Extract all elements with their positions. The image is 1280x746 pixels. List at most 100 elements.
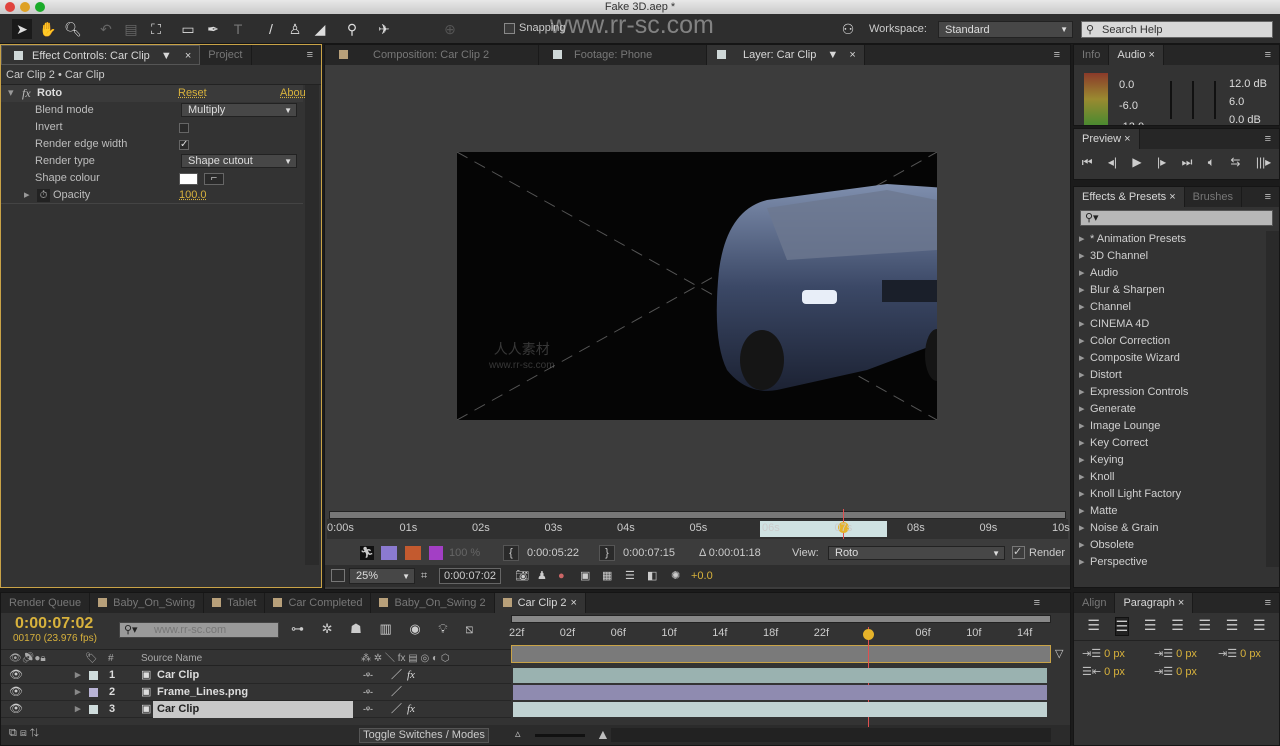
label-color-swatch[interactable] [89, 671, 98, 680]
indent-first-line-field[interactable]: ⇥☰ 0 px [1154, 647, 1197, 660]
next-frame-icon[interactable]: |▸ [1157, 149, 1166, 175]
effect-category[interactable]: 3D Channel [1074, 248, 1264, 265]
pen-tool-icon[interactable]: ✒ [203, 19, 223, 39]
fx-icon[interactable]: fx [22, 85, 31, 102]
frame-blending-icon[interactable]: ▥ [379, 621, 391, 636]
overlay-opacity[interactable]: 100 % [449, 543, 480, 563]
align-center-icon[interactable]: ☰ [1114, 617, 1130, 636]
in-point-time[interactable]: 0:00:05:22 [527, 543, 579, 563]
audio-slider-master[interactable] [1187, 81, 1199, 119]
layer-name[interactable]: Car Clip [153, 667, 199, 684]
scrollbar[interactable] [305, 85, 319, 565]
shy-switch-icon[interactable]: -ᵠ- [363, 667, 373, 684]
indent-right-field[interactable]: ☰⇤ 0 px [1082, 665, 1125, 678]
work-area-bar[interactable] [511, 645, 1051, 663]
search-help-input[interactable]: ⚲ Search Help [1081, 21, 1273, 38]
tab-paragraph[interactable]: Paragraph × [1115, 593, 1194, 613]
tab-layer[interactable]: Layer: Car Clip ▼ × [707, 45, 865, 65]
time-ruler[interactable]: 0:00s 01s 02s 03s 04s 05s 06s 07s 08s 09s 10s [327, 509, 1070, 539]
view-dropdown[interactable]: Roto ▼ [828, 546, 1005, 560]
tab-timeline[interactable]: Car Clip 2 × [494, 593, 586, 613]
effect-category[interactable]: CINEMA 4D [1074, 316, 1264, 333]
zoom-window-button[interactable] [35, 2, 45, 12]
effect-category[interactable]: Perspective [1074, 554, 1264, 571]
invert-checkbox[interactable] [179, 123, 189, 133]
roto-brush-icon[interactable]: 🏃︎ [360, 546, 374, 560]
snapshot-icon[interactable]: 📷︎ [515, 565, 529, 587]
blend-mode-dropdown[interactable]: Multiply ▼ [181, 103, 297, 117]
opacity-value[interactable]: 100.0 [179, 187, 207, 204]
effect-category[interactable]: Distort [1074, 367, 1264, 384]
rectangle-tool-icon[interactable]: ▭ [178, 19, 198, 39]
snapping-checkbox[interactable] [504, 23, 515, 34]
zoom-out-icon[interactable]: ▵ [515, 727, 521, 740]
layer-view-frame[interactable]: 人人素材 www.rr-sc.com [457, 152, 937, 420]
brainstorm-icon[interactable]: 💡︎ [438, 621, 447, 636]
audio-slider-right[interactable] [1209, 81, 1221, 119]
effect-category[interactable]: Image Lounge [1074, 418, 1264, 435]
expand-arrow-icon[interactable]: ▸ [75, 667, 81, 684]
align-left-icon[interactable]: ☰ [1087, 617, 1100, 636]
layer-name[interactable]: Car Clip [153, 701, 353, 718]
eraser-tool-icon[interactable]: ◢ [310, 19, 330, 39]
reset-link[interactable]: Reset [178, 85, 207, 102]
camera-tool-icon[interactable]: ▤ [121, 19, 141, 39]
effect-category[interactable]: Channel [1074, 299, 1264, 316]
brush-tool-icon[interactable]: / [261, 19, 281, 39]
tab-effect-controls[interactable]: Effect Controls: Car Clip ▼ × [1, 45, 201, 65]
panel-menu-icon[interactable]: ≡ [1265, 597, 1279, 609]
puppet-pin-tool-icon[interactable]: ✈ [374, 19, 394, 39]
timeline-current-time[interactable]: 0:00:07:02 [15, 615, 93, 633]
tab-info[interactable]: Info [1074, 45, 1110, 65]
effect-category[interactable]: Key Correct [1074, 435, 1264, 452]
visibility-icon[interactable]: 👁︎ [9, 701, 23, 718]
loop-icon[interactable]: ⇆ [1230, 149, 1240, 175]
effect-category[interactable]: Audio [1074, 265, 1264, 282]
transparency-grid-icon[interactable]: ▦ [602, 565, 612, 587]
panel-menu-icon[interactable]: ≡ [307, 49, 321, 61]
scrollbar[interactable] [1266, 231, 1279, 567]
timeline-search-input[interactable]: ⚲▾ www.rr-sc.com [119, 622, 279, 638]
zoom-in-icon[interactable]: ▲ [596, 726, 610, 742]
motion-blur-icon[interactable]: ◉ [409, 621, 420, 636]
tab-project[interactable]: Project [200, 45, 252, 65]
audio-slider-left[interactable] [1165, 81, 1177, 119]
layer-duration-bar[interactable] [513, 685, 1047, 700]
selection-tool-icon[interactable]: ➤ [12, 19, 32, 39]
alpha-boundary-icon[interactable] [405, 546, 421, 560]
eyedropper-icon[interactable]: ⌐ [204, 173, 224, 185]
tab-audio[interactable]: Audio × [1109, 45, 1164, 65]
channels-icon[interactable]: ● [558, 565, 565, 587]
tab-align[interactable]: Align [1074, 593, 1116, 613]
indent-left-field[interactable]: ⇥☰ 0 px [1082, 647, 1125, 660]
render-checkbox[interactable]: ✓ [1012, 546, 1025, 559]
panel-menu-icon[interactable]: ≡ [1265, 49, 1279, 61]
justify-all-icon[interactable]: ☰ [1253, 617, 1266, 636]
fx-switch-icon[interactable]: fx [407, 701, 415, 718]
timeline-playhead-icon[interactable] [863, 629, 874, 640]
alpha-overlay-icon[interactable] [381, 546, 397, 560]
tab-timeline[interactable]: Render Queue [1, 593, 91, 613]
layer-duration-bar[interactable] [513, 702, 1047, 717]
comp-flowchart-icon[interactable]: ⊶ [291, 621, 304, 636]
pan-behind-tool-icon[interactable]: ⛶ [146, 19, 166, 39]
panel-menu-icon[interactable]: ≡ [1054, 49, 1070, 61]
timeline-work-area-navigator[interactable] [511, 615, 1051, 623]
visibility-icon[interactable]: 👁︎ [9, 684, 23, 701]
last-frame-icon[interactable]: ⏭ [1182, 149, 1193, 175]
layer-switches-icon[interactable]: ⧉ ⧈ ⇅ [9, 727, 39, 740]
exposure-icon[interactable]: ✺ [671, 565, 680, 587]
expand-arrow-icon[interactable]: ▸ [75, 701, 81, 718]
effect-category[interactable]: Generate [1074, 401, 1264, 418]
label-color-swatch[interactable] [89, 688, 98, 697]
tab-brushes[interactable]: Brushes [1185, 187, 1243, 207]
layer-name[interactable]: Frame_Lines.png [153, 684, 248, 701]
render-edge-width-checkbox[interactable]: ✓ [179, 140, 189, 150]
resolution-icon[interactable]: ▣ [580, 565, 590, 587]
quality-switch-icon[interactable]: ／ [391, 667, 402, 684]
current-time-field[interactable]: 0:00:07:02 [439, 568, 501, 584]
quality-switch-icon[interactable]: ／ [391, 701, 402, 718]
close-tab-icon[interactable]: × [849, 49, 855, 61]
tab-timeline[interactable]: Tablet [204, 593, 266, 613]
always-preview-icon[interactable] [331, 569, 345, 582]
